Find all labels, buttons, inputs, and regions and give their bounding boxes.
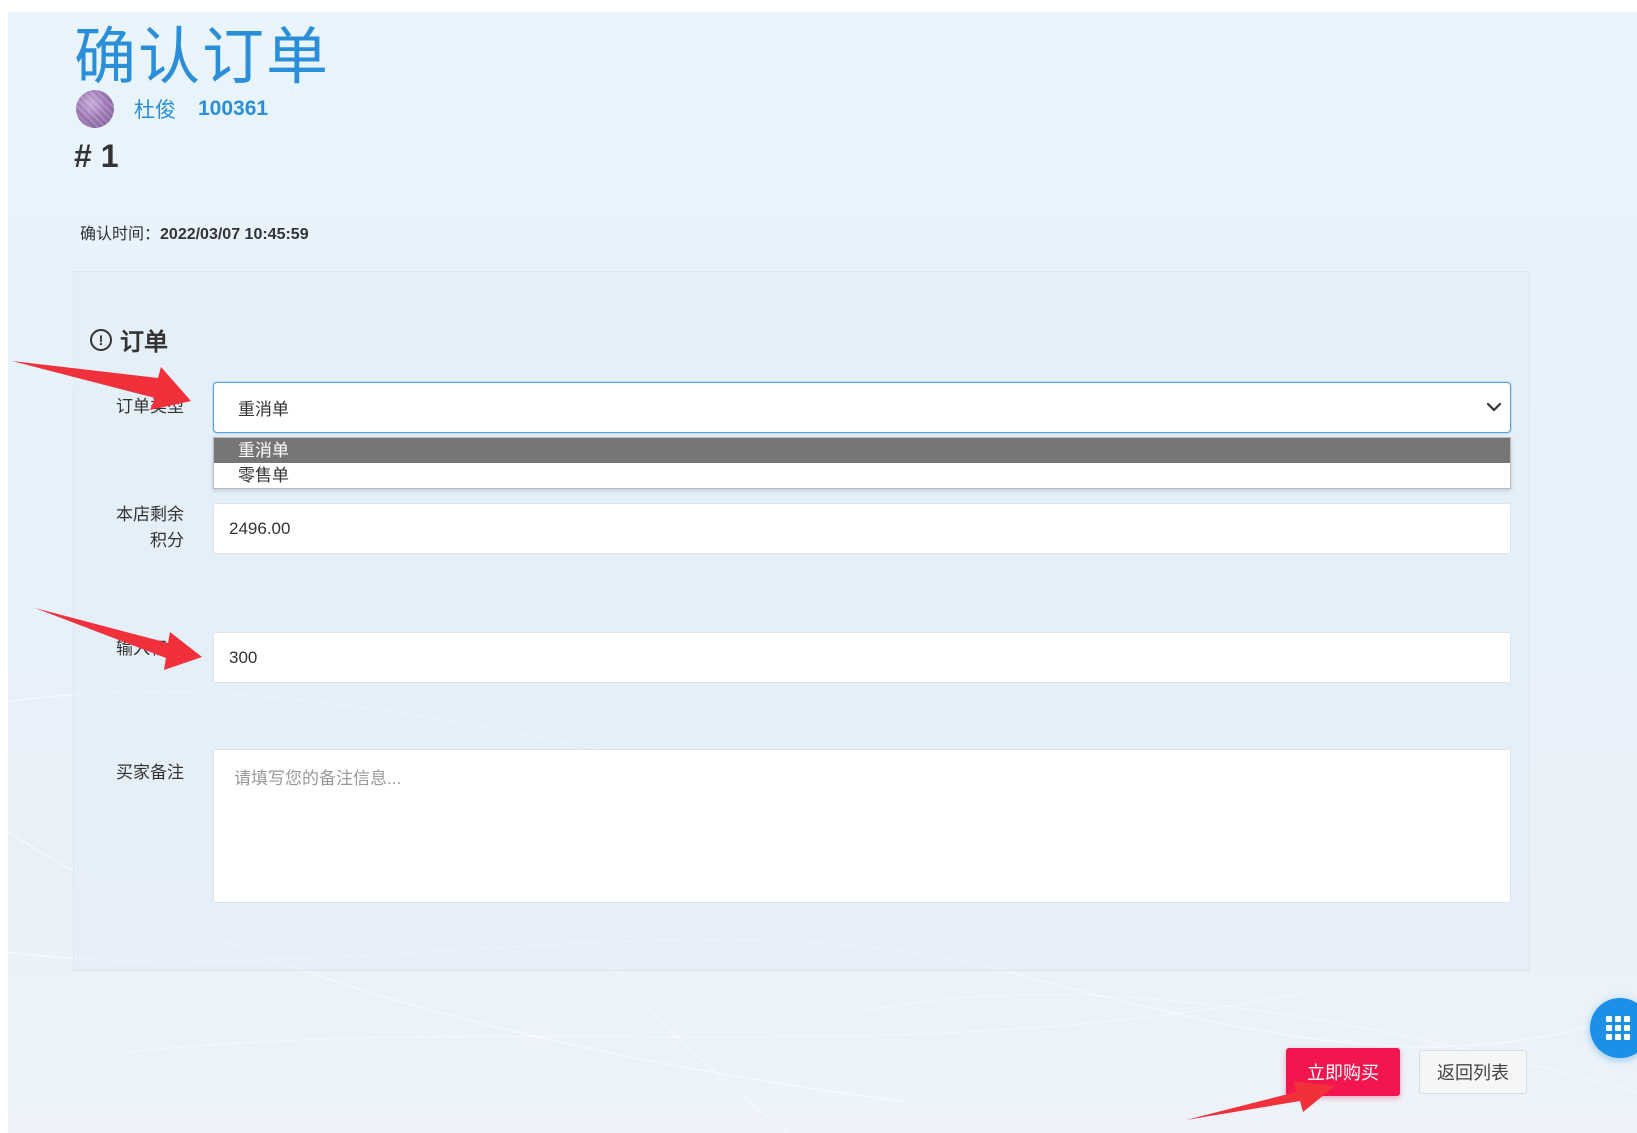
- input-points-field[interactable]: 300: [213, 632, 1511, 683]
- remaining-points-field[interactable]: 2496.00: [213, 503, 1511, 554]
- page-title: 确认订单: [74, 20, 331, 93]
- remaining-points-label: 本店剩余 积分: [74, 502, 184, 554]
- user-id: 100361: [198, 97, 269, 120]
- back-to-list-button[interactable]: 返回列表: [1419, 1050, 1527, 1094]
- remaining-points-value: 2496.00: [229, 518, 291, 538]
- avatar: [76, 90, 114, 128]
- dropdown-option[interactable]: 重消单: [214, 438, 1510, 463]
- info-circle-icon: !: [90, 328, 112, 351]
- grid-apps-icon: [1606, 1016, 1630, 1040]
- buyer-note-textarea[interactable]: 请填写您的备注信息...: [213, 749, 1511, 903]
- order-type-select[interactable]: 重消单: [213, 382, 1511, 433]
- input-points-value: 300: [229, 647, 258, 667]
- buyer-note-placeholder: 请填写您的备注信息...: [234, 769, 402, 788]
- dropdown-option[interactable]: 零售单: [214, 463, 1510, 488]
- buy-now-button[interactable]: 立即购买: [1286, 1048, 1400, 1096]
- section-title-text: 订单: [120, 329, 168, 356]
- order-number: # 1: [74, 138, 119, 174]
- username[interactable]: 杜俊: [134, 94, 176, 124]
- page-background: 确认订单 杜俊 100361 # 1 确认时间：2022/03/07 10:45…: [8, 12, 1637, 1133]
- chevron-down-icon: [1486, 402, 1502, 412]
- remaining-points-label-line2: 积分: [150, 531, 184, 550]
- order-type-dropdown: 重消单 零售单: [213, 437, 1511, 489]
- remaining-points-label-line1: 本店剩余: [116, 505, 184, 524]
- input-points-label: 输入积分: [116, 639, 184, 658]
- buyer-note-label: 买家备注: [116, 763, 184, 782]
- confirm-time-label: 确认时间：: [80, 226, 161, 243]
- confirm-time: 确认时间：2022/03/07 10:45:59: [80, 220, 309, 244]
- confirm-time-value: 2022/03/07 10:45:59: [160, 226, 309, 243]
- order-type-label: 订单类型: [116, 397, 184, 416]
- user-info: 杜俊 100361: [76, 90, 268, 128]
- section-title: ! 订单: [90, 322, 168, 357]
- order-type-selected: 重消单: [238, 400, 289, 419]
- order-form-panel: ! 订单 订单类型 重消单 重消单 零售单 本店剩余 积分 2496.00 输入…: [73, 271, 1530, 971]
